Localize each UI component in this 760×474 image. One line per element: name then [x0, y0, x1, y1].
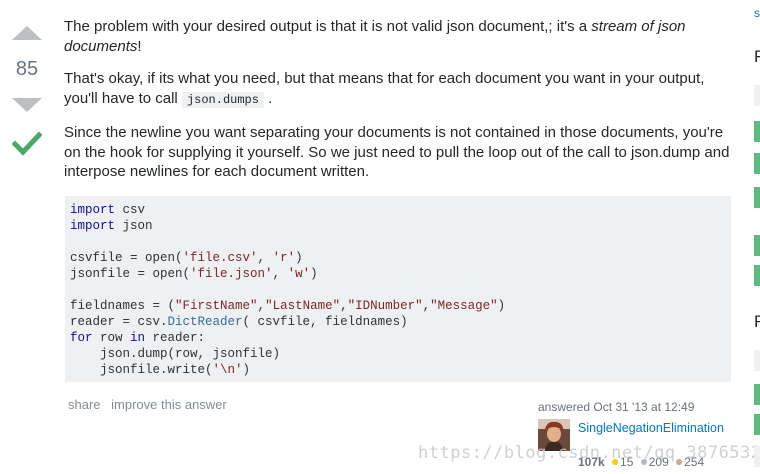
paragraph-text: That's okay, if its what you need, but t…: [64, 70, 705, 107]
code-text: fieldnames = (: [70, 299, 176, 313]
sidebar-vote-box[interactable]: [754, 121, 760, 142]
code-string: '\n': [212, 363, 243, 377]
sidebar-vote-box[interactable]: [754, 265, 760, 286]
code-text: ,: [257, 251, 273, 265]
code-string: "LastName": [265, 299, 341, 313]
code-keyword: import: [70, 219, 116, 233]
sidebar-vote-box[interactable]: [754, 187, 760, 208]
vote-count: 85: [15, 58, 39, 80]
accepted-checkmark-icon: [12, 131, 42, 156]
code-text: ,: [272, 267, 288, 281]
watermark-text: https://blog.csdn.net/qq_38765321: [418, 443, 760, 463]
paragraph-text: The problem with your desired output is …: [64, 18, 592, 35]
sidebar-heading: F: [754, 312, 760, 331]
code-text: ,: [257, 299, 266, 313]
code-text: json.dump(row, jsonfile): [70, 347, 281, 361]
code-string: 'r': [272, 251, 296, 265]
code-text: csvfile = open(: [70, 251, 183, 265]
sidebar-heading: F: [754, 47, 760, 66]
paragraph-text: .: [268, 89, 273, 107]
code-text: csv: [115, 203, 146, 217]
code-text: ): [497, 299, 506, 313]
answered-timestamp: answered Oct 31 '13 at 12:49: [538, 400, 695, 414]
code-keyword: for: [70, 331, 93, 345]
user-name-link[interactable]: SingleNegationElimination: [578, 420, 728, 437]
sidebar-vote-box[interactable]: [754, 153, 760, 174]
code-string: "Message": [430, 299, 498, 313]
code-text: ): [242, 363, 251, 377]
inline-code: json.dumps: [181, 91, 264, 108]
sidebar-vote-box[interactable]: [754, 235, 760, 256]
share-link[interactable]: share: [68, 397, 101, 412]
code-text: jsonfile.write(: [70, 363, 213, 377]
improve-answer-link[interactable]: improve this answer: [111, 397, 227, 412]
sidebar-vote-box[interactable]: [754, 350, 760, 371]
answer-body: The problem with your desired output is …: [64, 17, 736, 195]
sidebar-clipped-link[interactable]: s: [754, 6, 760, 20]
code-text: reader:: [145, 331, 206, 345]
downvote-arrow-icon[interactable]: [12, 98, 42, 112]
code-keyword: in: [130, 331, 146, 345]
code-keyword: import: [70, 203, 116, 217]
sidebar-vote-box[interactable]: [754, 414, 760, 435]
answer-paragraph: The problem with your desired output is …: [64, 17, 736, 56]
sidebar-vote-box[interactable]: [754, 384, 760, 405]
code-text: ): [295, 251, 303, 265]
code-string: 'w': [287, 267, 311, 281]
code-text: ,: [422, 299, 431, 313]
answer-paragraph: That's okay, if its what you need, but t…: [64, 69, 736, 110]
paragraph-text: !: [137, 37, 142, 55]
code-text: json: [115, 219, 153, 233]
code-text: jsonfile = open(: [70, 267, 191, 281]
code-text: row: [92, 331, 131, 345]
answer-paragraph: Since the newline you want separating yo…: [64, 124, 730, 180]
code-block: import csv import json csvfile = open('f…: [65, 196, 731, 382]
code-text: ): [310, 267, 318, 281]
code-text: ,: [340, 299, 348, 313]
code-string: "IDNumber": [347, 299, 423, 313]
code-string: "FirstName": [175, 299, 258, 313]
code-text: ( csvfile, fieldnames): [242, 315, 408, 329]
code-string: 'file.csv': [182, 251, 258, 265]
code-string: 'file.json': [190, 267, 273, 281]
code-text: reader = csv.: [70, 315, 168, 329]
code-type-name: DictReader: [167, 315, 243, 329]
sidebar-vote-box[interactable]: [754, 85, 760, 106]
upvote-arrow-icon[interactable]: [12, 26, 42, 40]
sidebar-vote-box[interactable]: [754, 446, 760, 467]
post-menu: share improve this answer: [68, 397, 234, 412]
